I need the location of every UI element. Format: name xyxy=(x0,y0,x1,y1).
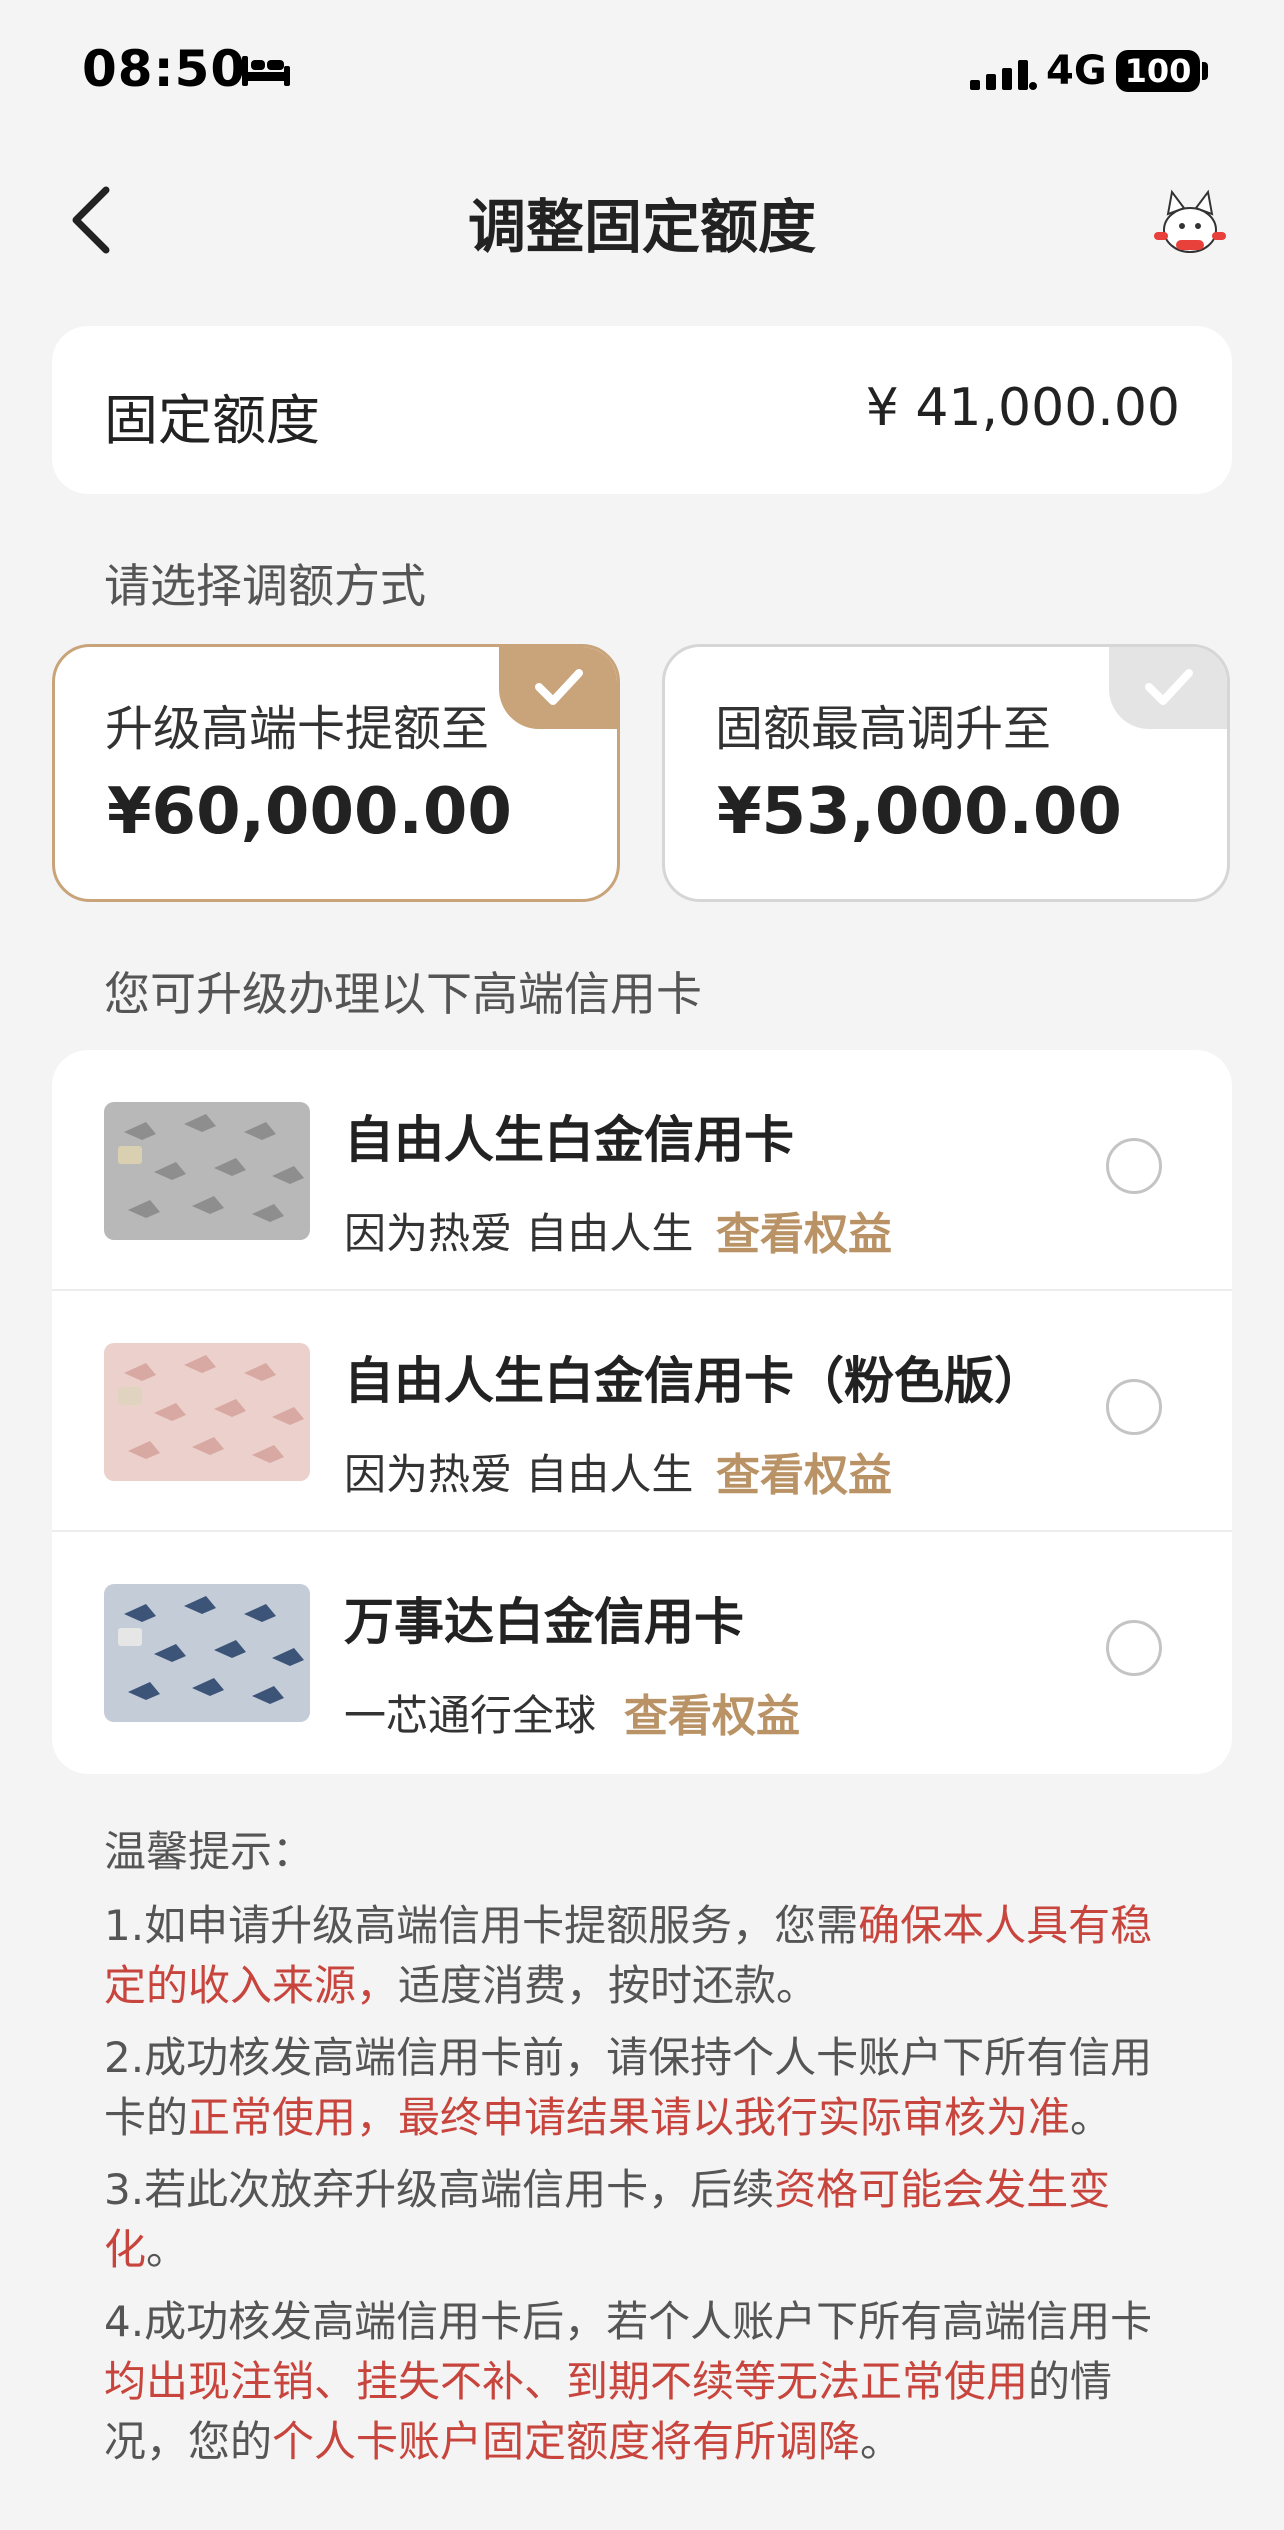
tip-highlight: 正常使用，最终申请结果请以我行实际审核为准 xyxy=(188,2093,1071,2142)
view-benefits-link[interactable]: 查看权益 xyxy=(624,1680,800,1744)
tip-text: 。 xyxy=(146,2225,189,2274)
card-name: 万事达白金信用卡 xyxy=(344,1593,744,1651)
fixed-limit-label: 固定额度 xyxy=(104,389,320,452)
option-amount: ¥53,000.00 xyxy=(717,775,1122,849)
unselected-badge xyxy=(1109,647,1227,729)
selected-badge xyxy=(499,647,617,729)
card-list: 自由人生白金信用卡 因为热爱 自由人生 查看权益 自由人生白金信用卡（粉色版） … xyxy=(52,1050,1232,1774)
card-slogan: 一芯通行全球 xyxy=(344,1691,597,1740)
check-icon xyxy=(535,669,583,705)
tip-item-3: 3.若此次放弃升级高端信用卡，后续资格可能会发生变化。 xyxy=(104,2160,1184,2280)
card-radio[interactable] xyxy=(1106,1379,1162,1435)
tip-item-4: 4.成功核发高端信用卡后，若个人账户下所有高端信用卡均出现注销、挂失不补、到期不… xyxy=(104,2292,1184,2472)
network-label: 4G xyxy=(1046,48,1107,94)
option-amount: ¥60,000.00 xyxy=(107,775,512,849)
option-label: 固额最高调升至 xyxy=(715,701,1052,757)
view-benefits-link[interactable]: 查看权益 xyxy=(716,1198,892,1262)
fixed-limit-card: 固定额度 ¥ 41,000.00 xyxy=(52,326,1232,494)
tip-item-1: 1.如申请升级高端信用卡提额服务，您需确保本人具有稳定的收入来源，适度消费，按时… xyxy=(104,1896,1184,2016)
option-label: 升级高端卡提额至 xyxy=(105,701,490,757)
view-benefits-link[interactable]: 查看权益 xyxy=(716,1439,892,1503)
tip-text: 。 xyxy=(860,2417,903,2466)
page-title: 调整固定额度 xyxy=(467,193,816,261)
card-row-mastercard-platinum[interactable]: 万事达白金信用卡 一芯通行全球 查看权益 xyxy=(52,1532,1232,1773)
tip-text: 。 xyxy=(1070,2093,1113,2142)
card-name: 自由人生白金信用卡 xyxy=(344,1111,794,1169)
status-time: 08:50 xyxy=(82,40,247,98)
card-image-pink xyxy=(104,1343,310,1481)
card-name: 自由人生白金信用卡（粉色版） xyxy=(344,1352,1044,1410)
check-icon xyxy=(1145,669,1193,705)
header: 调整固定额度 xyxy=(0,160,1284,270)
tip-highlight: 个人卡账户固定额度将有所调降 xyxy=(272,2417,861,2466)
option-max-increase[interactable]: 固额最高调升至 ¥53,000.00 xyxy=(662,644,1230,902)
adjust-method-label: 请选择调额方式 xyxy=(104,559,426,613)
tip-highlight: 均出现注销、挂失不补、到期不续等无法正常使用 xyxy=(104,2357,1029,2406)
option-upgrade-card[interactable]: 升级高端卡提额至 ¥60,000.00 xyxy=(52,644,620,902)
tip-text: 4.成功核发高端信用卡后，若个人账户下所有高端信用卡 xyxy=(104,2297,1153,2346)
signal-icon xyxy=(970,56,1038,94)
fixed-limit-value: ¥ 41,000.00 xyxy=(865,378,1180,438)
card-image-blue xyxy=(104,1584,310,1722)
tip-item-2: 2.成功核发高端信用卡前，请保持个人卡账户下所有信用卡的正常使用，最终申请结果请… xyxy=(104,2028,1184,2148)
tips-section: 温馨提示： 1.如申请升级高端信用卡提额服务，您需确保本人具有稳定的收入来源，适… xyxy=(104,1822,1184,2484)
card-image-grey xyxy=(104,1102,310,1240)
cat-mascot-icon xyxy=(1146,189,1234,264)
mascot-button[interactable] xyxy=(1146,180,1234,260)
card-slogan: 因为热爱 自由人生 xyxy=(344,1450,694,1499)
card-row-free-life-platinum[interactable]: 自由人生白金信用卡 因为热爱 自由人生 查看权益 xyxy=(52,1050,1232,1291)
card-radio[interactable] xyxy=(1106,1138,1162,1194)
tip-text: 3.若此次放弃升级高端信用卡，后续 xyxy=(104,2165,775,2214)
card-radio[interactable] xyxy=(1106,1620,1162,1676)
battery-nub xyxy=(1202,62,1208,80)
tip-text: 1.如申请升级高端信用卡提额服务，您需 xyxy=(104,1901,859,1950)
card-slogan: 因为热爱 自由人生 xyxy=(344,1209,694,1258)
battery-icon: 100 xyxy=(1116,50,1200,92)
bed-icon xyxy=(240,52,292,88)
status-bar: 08:50 4G 100 xyxy=(0,0,1284,140)
tip-text: 适度消费，按时还款。 xyxy=(398,1961,819,2010)
tips-title: 温馨提示： xyxy=(104,1827,315,1876)
upgrade-cards-label: 您可升级办理以下高端信用卡 xyxy=(104,967,702,1021)
card-row-free-life-platinum-pink[interactable]: 自由人生白金信用卡（粉色版） 因为热爱 自由人生 查看权益 xyxy=(52,1291,1232,1532)
